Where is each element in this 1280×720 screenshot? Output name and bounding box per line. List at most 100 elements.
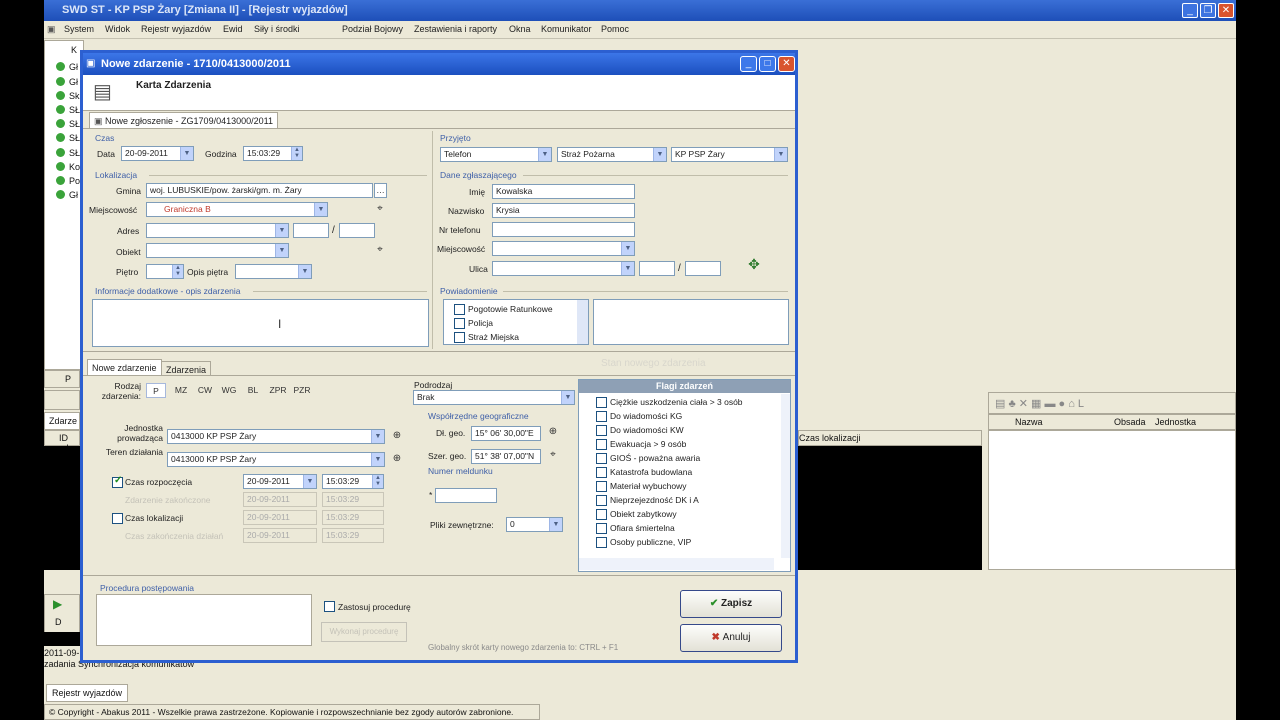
teren-select[interactable]: 0413000 KP PSP Żary ▼ <box>167 452 385 467</box>
chevron-down-icon[interactable]: ▼ <box>371 453 384 466</box>
chevron-down-icon[interactable]: ▼ <box>549 518 562 531</box>
checkbox-straz-miejska[interactable] <box>454 332 465 343</box>
przyjeto-channel-select[interactable]: Telefon ▼ <box>440 147 552 162</box>
flag-checkbox[interactable] <box>596 467 607 478</box>
menu-ewid[interactable]: Ewid <box>223 24 243 34</box>
menu-okna[interactable]: Okna <box>509 24 531 34</box>
dialog-maximize-icon[interactable]: □ <box>759 56 776 72</box>
browse-icon[interactable]: … <box>374 183 387 198</box>
chevron-down-icon[interactable]: ▼ <box>538 148 551 161</box>
chevron-down-icon[interactable]: ▼ <box>371 430 384 443</box>
left-tab[interactable]: P <box>44 370 80 388</box>
pliki-select[interactable]: 0 ▼ <box>506 517 563 532</box>
bottom-tab[interactable]: Rejestr wyjazdów <box>46 684 128 702</box>
imie-input[interactable]: Kowalska <box>492 184 635 199</box>
jednostka-select[interactable]: 0413000 KP PSP Żary ▼ <box>167 429 385 444</box>
przyjeto-service-select[interactable]: Straż Pożarna ▼ <box>557 147 667 162</box>
checkbox-pogotowie[interactable] <box>454 304 465 315</box>
adres-select[interactable]: ▼ <box>146 223 289 238</box>
przyjeto-unit-select[interactable]: KP PSP Żary ▼ <box>671 147 788 162</box>
nazwisko-input[interactable]: Krysia <box>492 203 635 218</box>
flag-checkbox[interactable] <box>596 481 607 492</box>
rodzaj-zpr[interactable]: ZPR <box>266 383 290 398</box>
checkbox-czas-lokalizacji[interactable] <box>112 513 123 524</box>
side-item[interactable]: SŁ <box>69 119 80 129</box>
menu-podzial[interactable]: Podział Bojowy <box>342 24 403 34</box>
menu-komunikator[interactable]: Komunikator <box>541 24 592 34</box>
map-search-icon[interactable]: ⌖ <box>373 202 387 216</box>
app-menu-icon[interactable]: ▣ <box>47 24 56 35</box>
side-item[interactable]: Po <box>69 176 80 186</box>
zgl-miejscowosc-select[interactable]: ▼ <box>492 241 635 256</box>
spinner-icon[interactable]: ▲ ▼ <box>372 475 383 488</box>
chevron-down-icon[interactable]: ▼ <box>180 147 193 160</box>
chevron-down-icon[interactable]: ▼ <box>653 148 666 161</box>
map-search-icon[interactable]: ⌖ <box>546 448 560 462</box>
czas-rozpoczecia-date[interactable]: 20-09-2011 ▼ <box>243 474 317 489</box>
dialog-close-icon[interactable]: ✕ <box>778 56 795 72</box>
move-icon[interactable]: ✥ <box>747 257 761 272</box>
numer-meldunku-input[interactable] <box>435 488 497 503</box>
menu-rejestr[interactable]: Rejestr wyjazdów <box>141 24 211 34</box>
crosshair-icon[interactable]: ⊕ <box>390 429 404 443</box>
opis-pietra-select[interactable]: ▼ <box>235 264 312 279</box>
save-button[interactable]: ✔ Zapisz <box>680 590 782 618</box>
flag-checkbox[interactable] <box>596 523 607 534</box>
cancel-button[interactable]: ✖ Anuluj <box>680 624 782 652</box>
ulica-select[interactable]: ▼ <box>492 261 635 276</box>
dl-geo-input[interactable]: 15° 06' 30,00"E <box>471 426 541 441</box>
podrodzaj-select[interactable]: Brak ▼ <box>413 390 575 405</box>
close-icon[interactable]: ✕ <box>1218 3 1234 18</box>
spinner-icon[interactable]: ▲ ▼ <box>291 147 302 160</box>
play-icon[interactable]: ▶ <box>53 597 62 611</box>
menu-sily[interactable]: Siły i środki <box>254 24 300 34</box>
flag-checkbox[interactable] <box>596 509 607 520</box>
tab-nowe-zdarzenie[interactable]: Nowe zdarzenie <box>87 359 162 376</box>
rodzaj-pzr[interactable]: PZR <box>290 383 314 398</box>
rodzaj-bl[interactable]: BL <box>242 383 264 398</box>
date-picker[interactable]: 20-09-2011 ▼ <box>121 146 194 161</box>
side-item[interactable]: Gł <box>69 190 78 200</box>
miejscowosc-select[interactable]: Graniczna B ▼ <box>146 202 328 217</box>
chevron-down-icon[interactable]: ▼ <box>298 265 311 278</box>
rodzaj-cw[interactable]: CW <box>194 383 216 398</box>
rodzaj-p[interactable]: P <box>146 383 166 398</box>
flag-checkbox[interactable] <box>596 495 607 506</box>
chevron-down-icon[interactable]: ▼ <box>621 242 634 255</box>
minimize-icon[interactable]: _ <box>1182 3 1198 18</box>
checkbox-czas-rozpoczecia[interactable] <box>112 475 123 488</box>
szer-geo-input[interactable]: 51° 38' 07,00"N <box>471 449 541 464</box>
chevron-down-icon[interactable]: ▼ <box>275 244 288 257</box>
rodzaj-wg[interactable]: WG <box>218 383 240 398</box>
menu-widok[interactable]: Widok <box>105 24 130 34</box>
flags-hscrollbar[interactable] <box>579 558 774 570</box>
flag-checkbox[interactable] <box>596 411 607 422</box>
pietro-spinner[interactable]: ▲ ▼ <box>146 264 184 279</box>
chevron-down-icon[interactable]: ▼ <box>303 475 316 488</box>
chevron-down-icon[interactable]: ▼ <box>621 262 634 275</box>
rodzaj-mz[interactable]: MZ <box>170 383 192 398</box>
chevron-down-icon[interactable]: ▼ <box>561 391 574 404</box>
time-input[interactable]: 15:03:29 ▲ ▼ <box>243 146 303 161</box>
menu-pomoc[interactable]: Pomoc <box>601 24 629 34</box>
side-item[interactable]: SŁ <box>69 105 80 115</box>
flag-checkbox[interactable] <box>596 453 607 464</box>
side-item[interactable]: Sk <box>69 91 80 101</box>
description-textarea[interactable] <box>92 299 429 347</box>
flag-checkbox[interactable] <box>596 425 607 436</box>
d-icon[interactable]: D <box>55 617 62 627</box>
checkbox-policja[interactable] <box>454 318 465 329</box>
side-item[interactable]: SŁ <box>69 148 80 158</box>
object-search-icon[interactable]: ⌖ <box>373 243 387 257</box>
side-item[interactable]: Ko <box>69 162 80 172</box>
chevron-down-icon[interactable]: ▼ <box>275 224 288 237</box>
flat-number-input[interactable] <box>339 223 375 238</box>
tab-nowe-zgloszenie[interactable]: ▣ Nowe zgłoszenie - ZG1709/0413000/2011 <box>89 112 278 129</box>
telefon-input[interactable] <box>492 222 635 237</box>
flag-checkbox[interactable] <box>596 439 607 450</box>
spinner-icon[interactable]: ▲ ▼ <box>172 265 183 278</box>
scrollbar[interactable] <box>577 300 588 344</box>
zgl-flat-number[interactable] <box>685 261 721 276</box>
czas-rozpoczecia-time[interactable]: 15:03:29 ▲ ▼ <box>322 474 384 489</box>
chevron-down-icon[interactable]: ▼ <box>774 148 787 161</box>
